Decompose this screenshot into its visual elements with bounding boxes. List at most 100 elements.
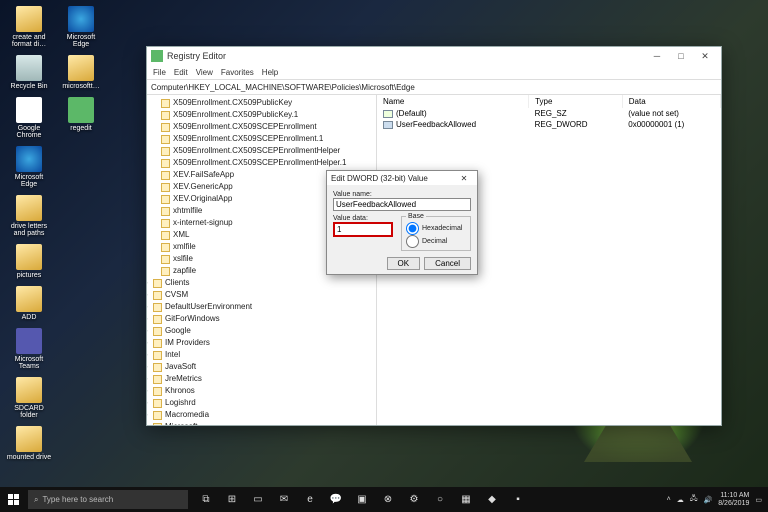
radio-dec[interactable]: Decimal (406, 235, 466, 248)
edge-icon[interactable]: e (298, 487, 322, 512)
chat-icon[interactable]: 💬 (324, 487, 348, 512)
address-bar[interactable]: Computer\HKEY_LOCAL_MACHINE\SOFTWARE\Pol… (147, 79, 721, 95)
desktop-icon[interactable]: create and format di… (4, 4, 54, 50)
value-name-input[interactable] (333, 198, 471, 211)
tree-item[interactable]: IM Providers (163, 338, 212, 347)
settings-icon[interactable]: ⚙ (402, 487, 426, 512)
tree-item[interactable]: xslfile (171, 254, 195, 263)
titlebar[interactable]: Registry Editor ─ □ ✕ (147, 47, 721, 65)
close-button[interactable]: ✕ (693, 48, 717, 64)
desktop-icon[interactable]: Google Chrome (4, 95, 54, 141)
value-data-label: Value data: (333, 215, 397, 222)
app2-icon[interactable]: ▪ (506, 487, 530, 512)
calc-icon[interactable]: ▦ (454, 487, 478, 512)
column-header[interactable]: Data (622, 95, 720, 108)
clock[interactable]: 11:10 AM 8/26/2019 (718, 492, 749, 507)
column-header[interactable]: Type (529, 95, 623, 108)
desktop-icon[interactable]: SDCARD folder (4, 375, 54, 421)
system-tray[interactable]: ˄ ☁ 🖧 🔊 11:10 AM 8/26/2019 ▭ (661, 492, 768, 507)
tree-item[interactable]: Logishrd (163, 398, 198, 407)
notifications-icon[interactable]: ▭ (755, 496, 762, 504)
menu-edit[interactable]: Edit (174, 68, 188, 77)
menubar: File Edit View Favorites Help (147, 65, 721, 79)
cortana-icon[interactable]: ○ (428, 487, 452, 512)
desktop-icon[interactable]: pictures (4, 242, 54, 281)
column-header[interactable]: Name (377, 95, 529, 108)
maximize-button[interactable]: □ (669, 48, 693, 64)
store-icon[interactable]: ⊞ (220, 487, 244, 512)
menu-favorites[interactable]: Favorites (221, 68, 254, 77)
tree-item[interactable]: JreMetrics (163, 374, 204, 383)
desktop-icon[interactable]: Microsoft Edge (4, 144, 54, 190)
tree-item[interactable]: XEV.FailSafeApp (171, 170, 236, 179)
window-title: Registry Editor (167, 51, 226, 61)
tree-item[interactable]: Clients (163, 278, 191, 287)
tree-item[interactable]: X509Enrollment.CX509SCEPEnrollment (171, 122, 319, 131)
explorer-icon[interactable]: ▭ (246, 487, 270, 512)
desktop-icon[interactable]: drive letters and paths (4, 193, 54, 239)
tree-item[interactable]: XML (171, 230, 191, 239)
radio-hex[interactable]: Hexadecimal (406, 222, 466, 235)
tree-item[interactable]: XEV.GenericApp (171, 182, 235, 191)
tree-item[interactable]: x-internet-signup (171, 218, 235, 227)
tree-item[interactable]: CVSM (163, 290, 190, 299)
tree-item[interactable]: Microsoft (163, 422, 199, 425)
folder-icon (16, 6, 42, 32)
menu-file[interactable]: File (153, 68, 166, 77)
app-icon[interactable]: ◆ (480, 487, 504, 512)
tree-item[interactable]: X509Enrollment.CX509SCEPEnrollmentHelper… (171, 158, 348, 167)
folder-icon (16, 377, 42, 403)
taskbar: ⌕ Type here to search ⧉ ⊞ ▭ ✉ e 💬 ▣ ⊗ ⚙ … (0, 487, 768, 512)
value-row[interactable]: UserFeedbackAllowedREG_DWORD0x00000001 (… (377, 119, 721, 130)
tray-up-icon[interactable]: ˄ (667, 496, 671, 503)
tree-item[interactable]: Khronos (163, 386, 197, 395)
desktop-icon[interactable]: Recycle Bin (4, 53, 54, 92)
minimize-button[interactable]: ─ (645, 48, 669, 64)
desktop-icon[interactable]: ADD (4, 284, 54, 323)
dialog-titlebar[interactable]: Edit DWORD (32-bit) Value ✕ (327, 171, 477, 185)
ok-button[interactable]: OK (387, 257, 421, 270)
desktop-icon[interactable]: regedit (56, 95, 106, 134)
tree-item[interactable]: X509Enrollment.CX509PublicKey (171, 98, 294, 107)
menu-help[interactable]: Help (262, 68, 278, 77)
teams-icon (16, 328, 42, 354)
value-row[interactable]: (Default)REG_SZ(value not set) (377, 108, 721, 119)
xbox-icon[interactable]: ⊗ (376, 487, 400, 512)
cancel-button[interactable]: Cancel (424, 257, 471, 270)
value-data-input[interactable] (333, 222, 393, 237)
tree-item[interactable]: xhtmlfile (171, 206, 204, 215)
desktop-icon[interactable]: Microsoft Teams (4, 326, 54, 372)
folder-icon (68, 55, 94, 81)
volume-icon[interactable]: 🔊 (704, 496, 713, 504)
tree-item[interactable]: DefaultUserEnvironment (163, 302, 254, 311)
tree-item[interactable]: Macromedia (163, 410, 211, 419)
tree-item[interactable]: Intel (163, 350, 182, 359)
desktop-icon[interactable]: mounted drive (4, 424, 54, 463)
menu-view[interactable]: View (196, 68, 213, 77)
tree-item[interactable]: X509Enrollment.CX509SCEPEnrollmentHelper (171, 146, 342, 155)
regedit-icon (151, 50, 163, 62)
tree-item[interactable]: GitForWindows (163, 314, 222, 323)
reg-icon (68, 97, 94, 123)
tree-item[interactable]: Google (163, 326, 193, 335)
edit-dword-dialog: Edit DWORD (32-bit) Value ✕ Value name: … (326, 170, 478, 275)
bin-icon (16, 55, 42, 81)
start-button[interactable] (0, 487, 28, 512)
tree-item[interactable]: JavaSoft (163, 362, 198, 371)
dialog-close-button[interactable]: ✕ (455, 174, 473, 183)
photos-icon[interactable]: ▣ (350, 487, 374, 512)
chrome-icon (16, 97, 42, 123)
desktop-icon[interactable]: microsoftt… (56, 53, 106, 92)
desktop-icon[interactable]: Microsoft Edge (56, 4, 106, 50)
task-view-icon[interactable]: ⧉ (194, 487, 218, 512)
search-box[interactable]: ⌕ Type here to search (28, 490, 188, 509)
tree-item[interactable]: X509Enrollment.CX509SCEPEnrollment.1 (171, 134, 325, 143)
tree-item[interactable]: X509Enrollment.CX509PublicKey.1 (171, 110, 300, 119)
tree-item[interactable]: xmlfile (171, 242, 198, 251)
network-icon[interactable]: 🖧 (690, 494, 698, 505)
onedrive-icon[interactable]: ☁ (677, 496, 684, 504)
tree-item[interactable]: XEV.OriginalApp (171, 194, 234, 203)
desktop-icons-col2: Microsoft Edgemicrosoftt…regedit (56, 4, 106, 134)
mail-icon[interactable]: ✉ (272, 487, 296, 512)
tree-item[interactable]: zapfile (171, 266, 198, 275)
